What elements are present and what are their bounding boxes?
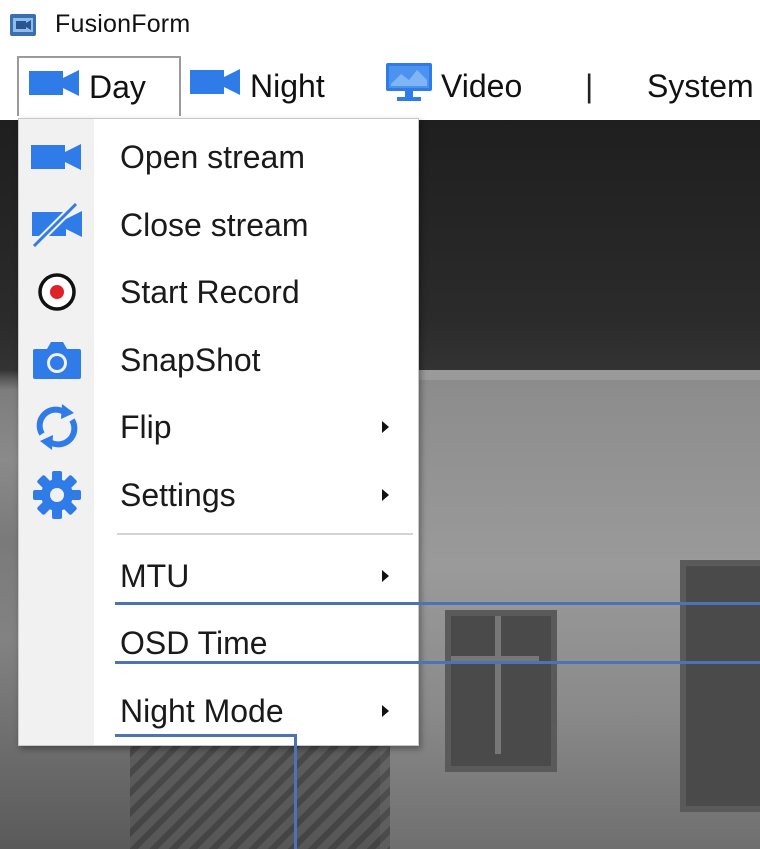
menu-item-night-mode[interactable]: Night Mode xyxy=(19,681,418,741)
callout-line-night-mode xyxy=(115,734,297,737)
menu-item-label: OSD Time xyxy=(120,624,268,661)
menu-video[interactable]: Video xyxy=(385,56,522,116)
menu-night[interactable]: Night xyxy=(190,56,325,116)
callout-line-osd-time xyxy=(115,661,760,664)
menu-item-flip[interactable]: Flip xyxy=(19,397,418,457)
building-roof xyxy=(410,370,760,380)
menu-separator: | xyxy=(585,68,594,104)
camera-off-icon xyxy=(29,199,85,251)
menu-item-settings[interactable]: Settings xyxy=(19,465,418,525)
callout-line-night-mode-vertical xyxy=(294,734,297,849)
menu-item-label: Start Record xyxy=(120,273,300,310)
window-title: FusionForm xyxy=(55,10,191,38)
video-camera-icon xyxy=(29,131,85,183)
day-dropdown-menu: Open stream Close stream Start Record Sn… xyxy=(18,118,419,746)
menu-item-label: Close stream xyxy=(120,206,309,243)
flip-icon xyxy=(29,401,85,453)
menu-video-label: Video xyxy=(441,67,523,104)
menu-item-osd-time[interactable]: OSD Time xyxy=(19,613,418,673)
menu-item-open-stream[interactable]: Open stream xyxy=(19,127,418,187)
menu-item-label: Settings xyxy=(120,476,236,513)
video-camera-icon xyxy=(190,67,242,105)
submenu-arrow-icon xyxy=(382,705,389,717)
submenu-arrow-icon xyxy=(382,489,389,501)
record-icon xyxy=(29,266,85,318)
gear-icon xyxy=(29,469,85,521)
menu-item-snapshot[interactable]: SnapShot xyxy=(19,330,418,390)
menu-item-close-stream[interactable]: Close stream xyxy=(19,195,418,255)
menu-night-label: Night xyxy=(250,67,325,104)
menu-item-label: MTU xyxy=(120,557,190,594)
menu-item-mtu[interactable]: MTU xyxy=(19,546,418,606)
menu-item-label: SnapShot xyxy=(120,341,261,378)
building-window xyxy=(445,610,557,772)
app-window: FusionForm Day Night Video | System Open… xyxy=(0,0,760,849)
menu-item-start-record[interactable]: Start Record xyxy=(19,262,418,322)
monitor-icon xyxy=(385,62,433,110)
menu-divider xyxy=(117,533,413,535)
menu-bar: Day Night Video | System xyxy=(0,50,760,120)
submenu-arrow-icon xyxy=(382,421,389,433)
menu-item-label: Night Mode xyxy=(120,692,284,729)
camera-app-icon xyxy=(9,11,37,39)
submenu-arrow-icon xyxy=(382,570,389,582)
menu-item-label: Flip xyxy=(120,408,172,445)
photo-camera-icon xyxy=(29,334,85,386)
building-window xyxy=(680,560,760,812)
menu-day[interactable]: Day xyxy=(17,56,181,116)
menu-system[interactable]: System xyxy=(647,56,754,116)
callout-line-mtu xyxy=(115,602,760,605)
menu-system-label: System xyxy=(647,67,754,104)
menu-item-label: Open stream xyxy=(120,138,305,175)
video-camera-icon xyxy=(29,68,81,106)
title-bar: FusionForm xyxy=(0,0,760,50)
menu-day-label: Day xyxy=(89,68,146,105)
